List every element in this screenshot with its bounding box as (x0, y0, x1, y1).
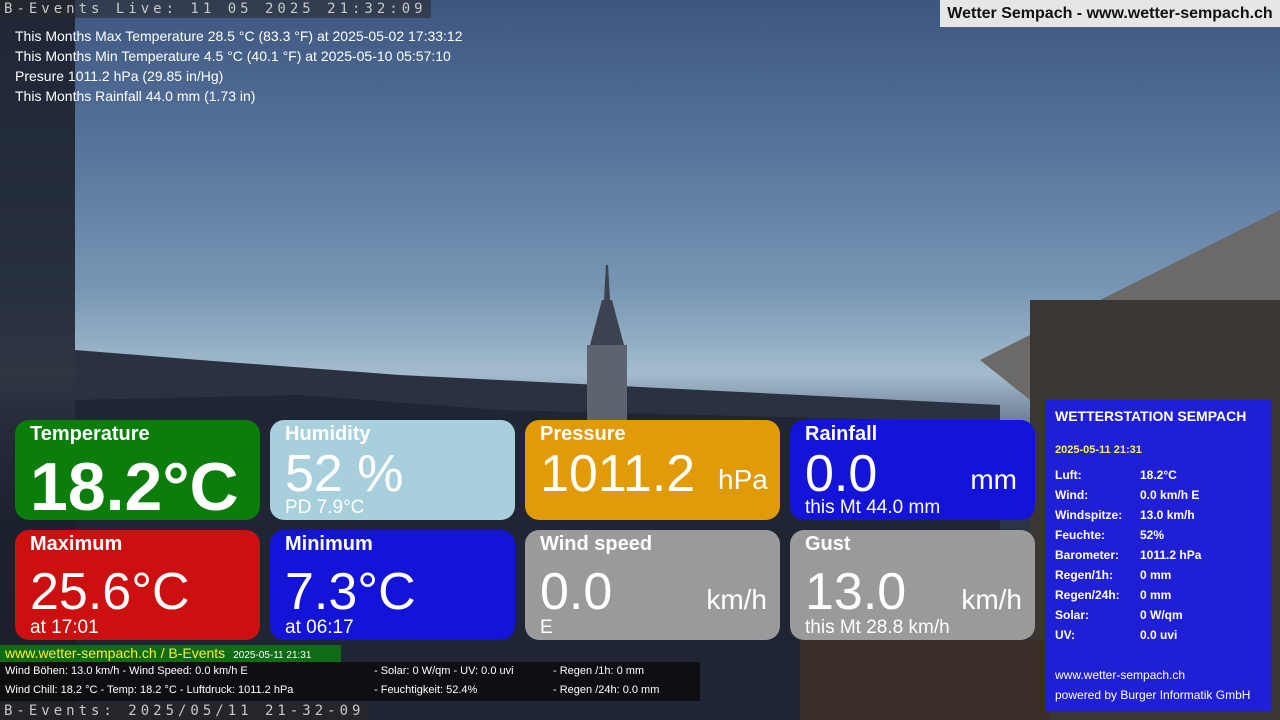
panel-powered-by: powered by Burger Informatik GmbH (1055, 688, 1251, 702)
row-value: 0 mm (1140, 588, 1172, 602)
tile-value: 52 % (285, 445, 404, 503)
row-value: 18.2°C (1140, 468, 1177, 482)
tile-value: 7.3°C (285, 563, 416, 621)
tile-humidity: Humidity 52 % PD 7.9°C (270, 420, 515, 520)
row-key: Feuchte: (1055, 528, 1106, 542)
live-timestamp: B-Events Live: 11 05 2025 21:32:09 (0, 0, 431, 18)
tile-subtext: this Mt 28.8 km/h (805, 617, 950, 638)
row-key: UV: (1055, 628, 1076, 642)
panel-row-barometer: Barometer: 1011.2 hPa (1055, 548, 1201, 562)
footer-info-block: Wind Böhen: 13.0 km/h - Wind Speed: 0.0 … (0, 662, 700, 701)
row-value: 13.0 km/h (1140, 508, 1195, 522)
tile-temperature: Temperature 18.2°C (15, 420, 260, 520)
monthly-stats: This Months Max Temperature 28.5 °C (83.… (15, 26, 463, 106)
panel-row-regen-24h: Regen/24h: 0 mm (1055, 588, 1171, 602)
row-value: 0 mm (1140, 568, 1172, 582)
stat-pressure: Presure 1011.2 hPa (29.85 in/Hg) (15, 68, 224, 84)
row-key: Luft: (1055, 468, 1082, 482)
stat-min-temp: This Months Min Temperature 4.5 °C (40.1… (15, 48, 451, 64)
row-value: 52% (1140, 528, 1165, 542)
tile-title: Gust (805, 533, 851, 555)
row-key: Wind: (1055, 488, 1089, 502)
row-key: Barometer: (1055, 548, 1120, 562)
row-key: Windspitze: (1055, 508, 1123, 522)
tile-title: Temperature (30, 423, 150, 445)
tile-title: Minimum (285, 533, 373, 555)
info-line1-rain: - Regen /1h: 0 mm (553, 665, 645, 677)
tile-rainfall: Rainfall 0.0 mm this Mt 44.0 mm (790, 420, 1035, 520)
row-value: 1011.2 hPa (1140, 548, 1202, 562)
stat-rainfall: This Months Rainfall 44.0 mm (1.73 in) (15, 88, 256, 104)
tile-subtext: at 06:17 (285, 617, 354, 638)
footer-timestamp: B-Events: 2025/05/11 21-32-09 (0, 703, 369, 720)
stat-max-temp: This Months Max Temperature 28.5 °C (83.… (15, 28, 463, 44)
panel-datetime: 2025-05-11 21:31 (1055, 444, 1142, 456)
info-line1-wind: Wind Böhen: 13.0 km/h - Wind Speed: 0.0 … (5, 665, 248, 677)
panel-row-luft: Luft: 18.2°C (1055, 468, 1177, 482)
row-key: Regen/1h: (1055, 568, 1114, 582)
station-panel: WETTERSTATION SEMPACH 2025-05-11 21:31 L… (1045, 400, 1271, 711)
tile-minimum: Minimum 7.3°C at 06:17 (270, 530, 515, 640)
panel-website-link[interactable]: www.wetter-sempach.ch (1055, 668, 1185, 682)
tile-title: Rainfall (805, 423, 878, 445)
tile-unit: km/h (961, 584, 1022, 615)
tile-subtext: this Mt 44.0 mm (805, 497, 941, 518)
panel-row-regen-1h: Regen/1h: 0 mm (1055, 568, 1171, 582)
info-line2-temp: Wind Chill: 18.2 °C - Temp: 18.2 °C - Lu… (5, 684, 294, 696)
tile-value: 1011.2 (540, 445, 696, 503)
footer-website-bar: www.wetter-sempach.ch / B-Events 2025-05-… (0, 645, 341, 662)
row-value: 0.0 km/h E (1140, 488, 1200, 502)
tile-value: 18.2°C (30, 449, 239, 520)
tile-title: Maximum (30, 533, 123, 555)
tile-value: 25.6°C (30, 563, 190, 621)
tile-subtext: at 17:01 (30, 617, 99, 638)
footer-datetime: 2025-05-11 21:31 (233, 650, 312, 661)
tile-unit: mm (970, 464, 1017, 495)
tile-gust: Gust 13.0 km/h this Mt 28.8 km/h (790, 530, 1035, 640)
row-key: Solar: (1055, 608, 1090, 622)
panel-row-uv: UV: 0.0 uvi (1055, 628, 1177, 642)
panel-row-windspitze: Windspitze: 13.0 km/h (1055, 508, 1195, 522)
tile-unit: km/h (706, 584, 767, 615)
panel-row-solar: Solar: 0 W/qm (1055, 608, 1183, 622)
tile-title: Wind speed (540, 533, 653, 555)
tile-pressure: Pressure 1011.2 hPa (525, 420, 780, 520)
row-value: 0 W/qm (1140, 608, 1183, 622)
info-line1-solar: - Solar: 0 W/qm - UV: 0.0 uvi (374, 665, 514, 677)
tile-unit: hPa (718, 464, 768, 495)
panel-title: WETTERSTATION SEMPACH (1055, 408, 1247, 424)
tile-title: Pressure (540, 423, 626, 445)
panel-row-feuchte: Feuchte: 52% (1055, 528, 1164, 542)
tile-value: 13.0 (805, 563, 907, 621)
info-line2-humidity: - Feuchtigkeit: 52.4% (374, 684, 478, 696)
tile-value: 0.0 (540, 563, 613, 621)
row-value: 0.0 uvi (1140, 628, 1178, 642)
footer-website-link[interactable]: www.wetter-sempach.ch / B-Events (5, 645, 225, 661)
tile-maximum: Maximum 25.6°C at 17:01 (15, 530, 260, 640)
tile-wind-speed: Wind speed 0.0 km/h E (525, 530, 780, 640)
row-key: Regen/24h: (1055, 588, 1120, 602)
tile-subtext: E (540, 617, 553, 638)
panel-row-wind: Wind: 0.0 km/h E (1055, 488, 1199, 502)
tile-value: 0.0 (805, 445, 878, 503)
site-badge: Wetter Sempach - www.wetter-sempach.ch (940, 0, 1280, 27)
tile-title: Humidity (285, 423, 371, 445)
tile-subtext: PD 7.9°C (285, 497, 365, 518)
info-line2-rain: - Regen /24h: 0.0 mm (553, 684, 660, 696)
